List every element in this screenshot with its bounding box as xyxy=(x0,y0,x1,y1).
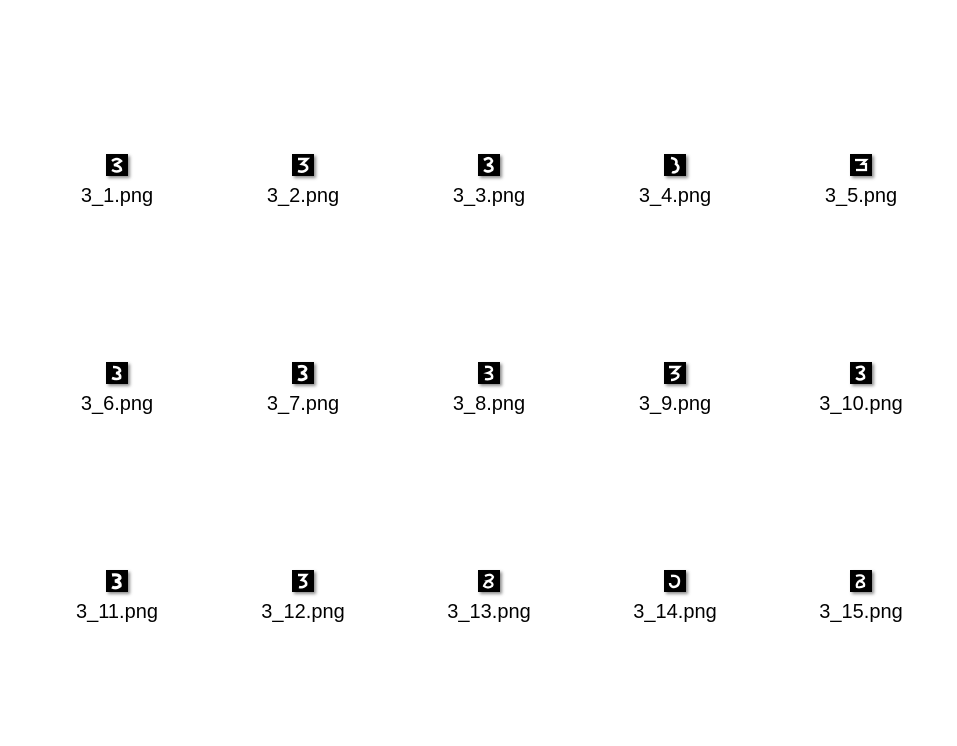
file-item[interactable]: 3_14.png xyxy=(610,570,740,630)
file-name: 3_13.png xyxy=(447,601,531,623)
file-name: 3_7.png xyxy=(266,393,340,415)
file-item[interactable]: 3_6.png xyxy=(52,362,182,422)
image-thumbnail-icon xyxy=(478,362,500,384)
file-name: 3_8.png xyxy=(452,393,526,415)
file-item[interactable]: 3_4.png xyxy=(610,154,740,214)
image-thumbnail-icon xyxy=(292,362,314,384)
file-item[interactable]: 3_15.png xyxy=(796,570,926,630)
file-item[interactable]: 3_7.png xyxy=(238,362,368,422)
file-name: 3_14.png xyxy=(633,601,717,623)
file-name: 3_4.png xyxy=(638,185,712,207)
image-thumbnail-icon xyxy=(292,570,314,592)
file-item[interactable]: 3_2.png xyxy=(238,154,368,214)
file-item[interactable]: 3_8.png xyxy=(424,362,554,422)
image-thumbnail-icon xyxy=(850,570,872,592)
image-thumbnail-icon xyxy=(292,154,314,176)
file-item[interactable]: 3_11.png xyxy=(52,570,182,630)
file-name: 3_6.png xyxy=(80,393,154,415)
image-thumbnail-icon xyxy=(106,362,128,384)
file-name: 3_1.png xyxy=(80,185,154,207)
file-item[interactable]: 3_12.png xyxy=(238,570,368,630)
file-icon-view: 3_1.png 3_2.png 3_3.png 3_4.png 3_5.png … xyxy=(0,0,957,746)
image-thumbnail-icon xyxy=(478,570,500,592)
file-name: 3_10.png xyxy=(819,393,903,415)
file-name: 3_9.png xyxy=(638,393,712,415)
file-item[interactable]: 3_10.png xyxy=(796,362,926,422)
file-item[interactable]: 3_5.png xyxy=(796,154,926,214)
file-item[interactable]: 3_9.png xyxy=(610,362,740,422)
file-name: 3_11.png xyxy=(76,601,158,623)
file-name: 3_12.png xyxy=(261,601,345,623)
file-name: 3_15.png xyxy=(819,601,903,623)
image-thumbnail-icon xyxy=(664,570,686,592)
file-item[interactable]: 3_13.png xyxy=(424,570,554,630)
image-thumbnail-icon xyxy=(478,154,500,176)
file-name: 3_2.png xyxy=(266,185,340,207)
image-thumbnail-icon xyxy=(106,154,128,176)
image-thumbnail-icon xyxy=(850,154,872,176)
image-thumbnail-icon xyxy=(850,362,872,384)
image-thumbnail-icon xyxy=(664,362,686,384)
file-name: 3_5.png xyxy=(824,185,898,207)
file-item[interactable]: 3_1.png xyxy=(52,154,182,214)
file-name: 3_3.png xyxy=(452,185,526,207)
file-item[interactable]: 3_3.png xyxy=(424,154,554,214)
image-thumbnail-icon xyxy=(664,154,686,176)
image-thumbnail-icon xyxy=(106,570,128,592)
